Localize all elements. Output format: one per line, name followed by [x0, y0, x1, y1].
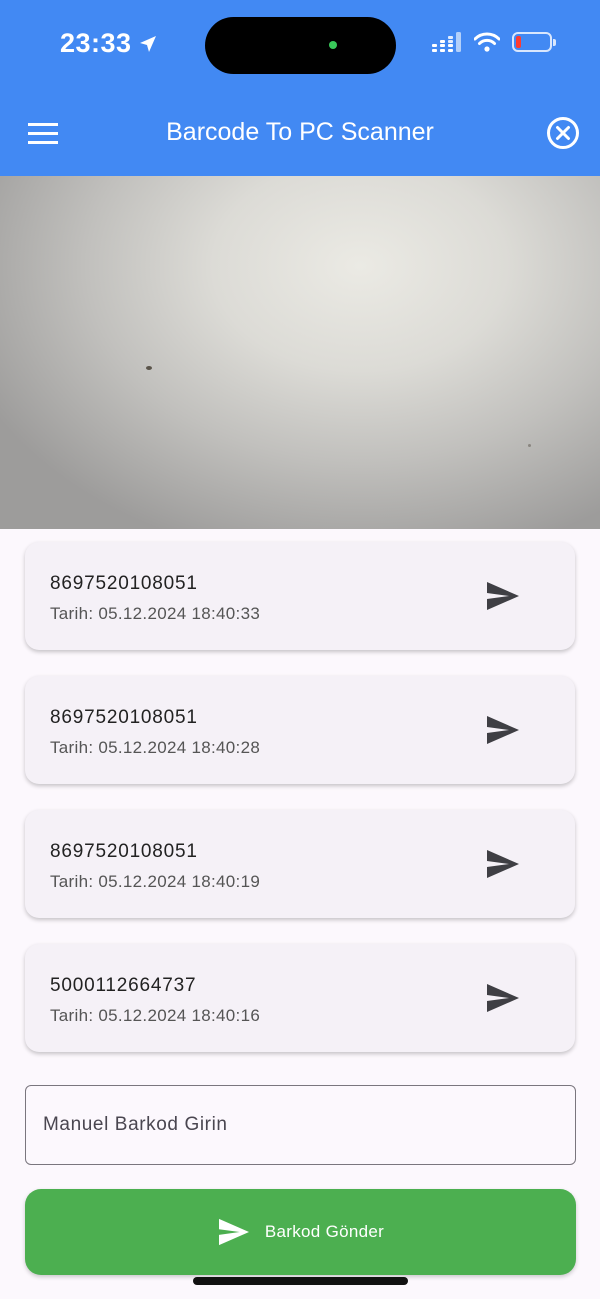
send-icon — [487, 984, 519, 1012]
scan-date: Tarih: 05.12.2024 18:40:33 — [50, 604, 261, 623]
send-icon — [487, 716, 519, 744]
cellular-signal-icon — [432, 32, 461, 52]
scan-code: 8697520108051 — [50, 841, 198, 862]
status-indicators — [432, 32, 556, 52]
close-circle-icon — [547, 117, 579, 149]
send-barcode-button[interactable]: Barkod Gönder — [25, 1189, 576, 1275]
scan-code: 8697520108051 — [50, 573, 198, 594]
dynamic-island — [205, 17, 396, 74]
scan-code: 5000112664737 — [50, 975, 197, 996]
page-title: Barcode To PC Scanner — [166, 118, 434, 146]
camera-speck — [528, 444, 531, 447]
app-header: 23:33 Barcode To PC Scanner — [0, 0, 600, 176]
scan-send-button[interactable] — [485, 714, 521, 746]
send-barcode-label: Barkod Gönder — [264, 1222, 385, 1241]
scan-card[interactable]: 8697520108051 Tarih: 05.12.2024 18:40:28 — [25, 676, 575, 784]
manual-barcode-input[interactable] — [25, 1085, 576, 1165]
scan-send-button[interactable] — [485, 848, 521, 880]
send-icon — [218, 1218, 249, 1246]
scan-card[interactable]: 8697520108051 Tarih: 05.12.2024 18:40:19 — [25, 810, 575, 918]
scan-send-button[interactable] — [485, 982, 521, 1014]
camera-preview[interactable] — [0, 176, 600, 529]
scan-date: Tarih: 05.12.2024 18:40:19 — [50, 872, 261, 891]
scan-date: Tarih: 05.12.2024 18:40:28 — [50, 738, 261, 757]
battery-low-icon — [512, 32, 556, 52]
battery-level — [516, 36, 521, 48]
scan-send-button[interactable] — [485, 580, 521, 612]
scan-code: 8697520108051 — [50, 707, 198, 728]
camera-indicator-dot — [329, 41, 337, 49]
wifi-icon — [474, 32, 500, 52]
send-icon — [487, 850, 519, 878]
send-icon — [487, 582, 519, 610]
location-arrow-icon — [139, 35, 156, 52]
camera-speck — [146, 366, 152, 370]
status-time: 23:33 — [60, 28, 158, 59]
scan-card[interactable]: 5000112664737 Tarih: 05.12.2024 18:40:16 — [25, 944, 575, 1052]
scan-date: Tarih: 05.12.2024 18:40:16 — [50, 1006, 261, 1025]
status-time-text: 23:33 — [60, 28, 132, 58]
close-button[interactable] — [546, 116, 580, 150]
home-indicator[interactable] — [193, 1277, 408, 1285]
scan-card[interactable]: 8697520108051 Tarih: 05.12.2024 18:40:33 — [25, 542, 575, 650]
